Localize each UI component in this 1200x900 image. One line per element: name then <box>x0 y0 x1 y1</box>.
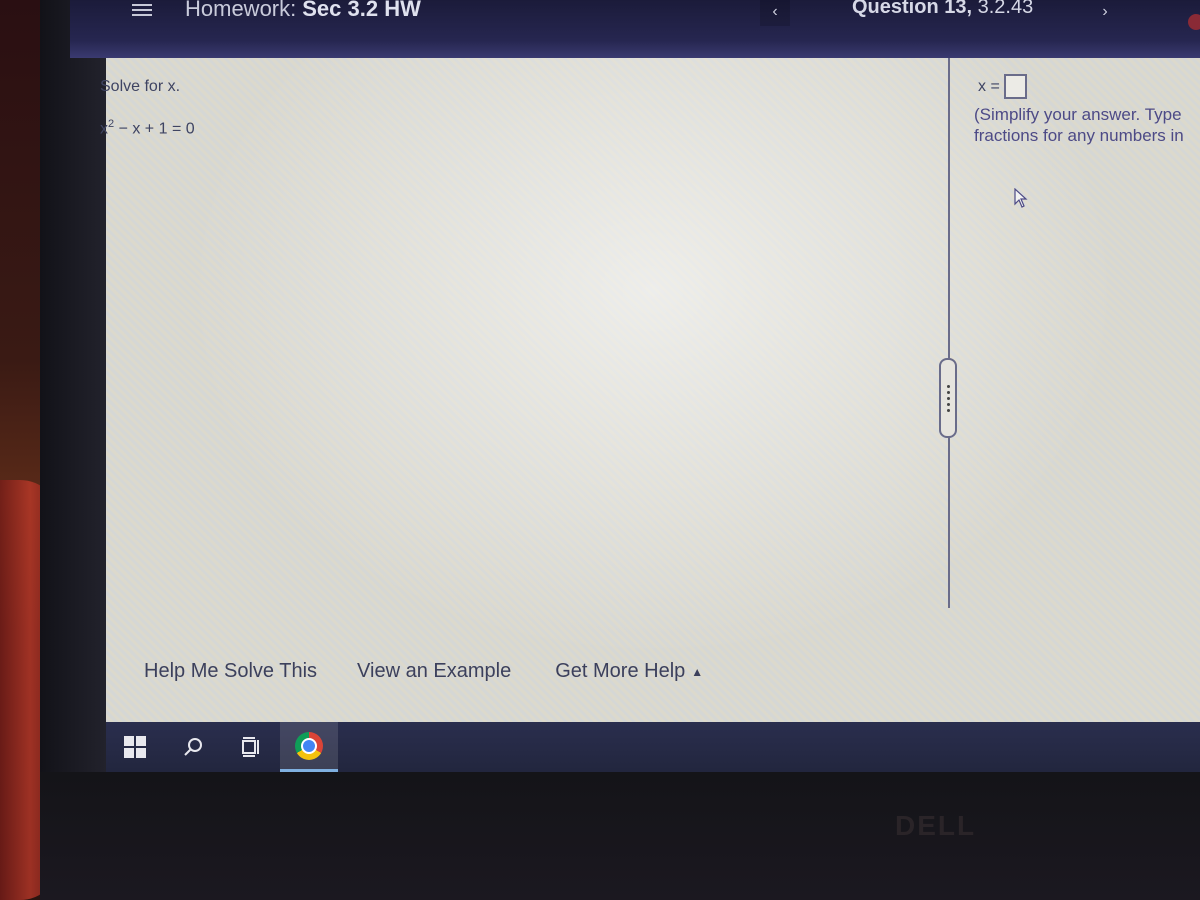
question-content: Solve for x. x2 − x + 1 = 0 x = (Simplif… <box>100 58 1200 722</box>
question-prefix: Question 13, <box>852 0 973 18</box>
windows-taskbar <box>106 722 1200 772</box>
equation-rest: − x + 1 = 0 <box>114 120 195 138</box>
close-icon[interactable] <box>1188 14 1200 30</box>
pane-resize-handle[interactable] <box>939 358 957 438</box>
hamburger-menu-icon[interactable] <box>132 2 152 20</box>
dell-logo: DELL <box>895 810 977 841</box>
next-question-button[interactable]: › <box>1090 0 1120 26</box>
homework-title: Homework: Sec 3.2 HW <box>185 0 421 22</box>
answer-instructions: (Simplify your answer. Type fractions fo… <box>974 104 1184 146</box>
answer-label: x = <box>978 77 1000 95</box>
previous-question-button[interactable]: ‹ <box>760 0 790 26</box>
search-button[interactable] <box>164 722 222 772</box>
equation: x2 − x + 1 = 0 <box>100 118 195 138</box>
answer-pane: x = (Simplify your answer. Type fraction… <box>958 58 1200 722</box>
chrome-icon <box>295 731 323 760</box>
question-title: Question 13, 3.2.43 <box>852 0 1033 19</box>
caret-up-icon: ▲ <box>691 664 704 679</box>
windows-logo-icon <box>124 736 146 758</box>
chevron-left-icon: ‹ <box>772 3 778 20</box>
help-links: Help Me Solve This View an Example Get M… <box>144 660 703 683</box>
task-view-icon <box>242 737 259 757</box>
homework-prefix: Homework: <box>185 0 297 21</box>
chevron-right-icon: › <box>1102 3 1108 20</box>
screen: Homework: Sec 3.2 HW ‹ Question 13, 3.2.4… <box>70 0 1200 772</box>
start-button[interactable] <box>106 722 164 772</box>
task-view-button[interactable] <box>222 722 280 772</box>
equation-base: x <box>100 120 108 138</box>
monitor-bezel-bottom <box>40 772 1200 900</box>
chrome-taskbar-button[interactable] <box>280 722 338 772</box>
get-more-help-label: Get More Help <box>555 660 686 682</box>
pane-divider <box>948 58 950 608</box>
mouse-cursor-icon <box>1014 188 1028 208</box>
instructions-line-2: fractions for any numbers in <box>974 126 1184 145</box>
header-bar: Homework: Sec 3.2 HW ‹ Question 13, 3.2.4… <box>70 0 1200 58</box>
instructions-line-1: (Simplify your answer. Type <box>974 105 1182 124</box>
get-more-help-button[interactable]: Get More Help ▲ <box>555 660 703 683</box>
question-prompt: Solve for x. <box>100 78 181 95</box>
homework-name: Sec 3.2 HW <box>302 0 421 21</box>
question-id: 3.2.43 <box>977 0 1034 18</box>
search-icon <box>184 738 202 756</box>
answer-row: x = <box>978 74 1027 99</box>
question-pane: Solve for x. x2 − x + 1 = 0 <box>100 58 948 722</box>
help-me-solve-this-link[interactable]: Help Me Solve This <box>144 660 317 683</box>
view-an-example-link[interactable]: View an Example <box>357 660 511 683</box>
answer-input[interactable] <box>1003 74 1027 99</box>
